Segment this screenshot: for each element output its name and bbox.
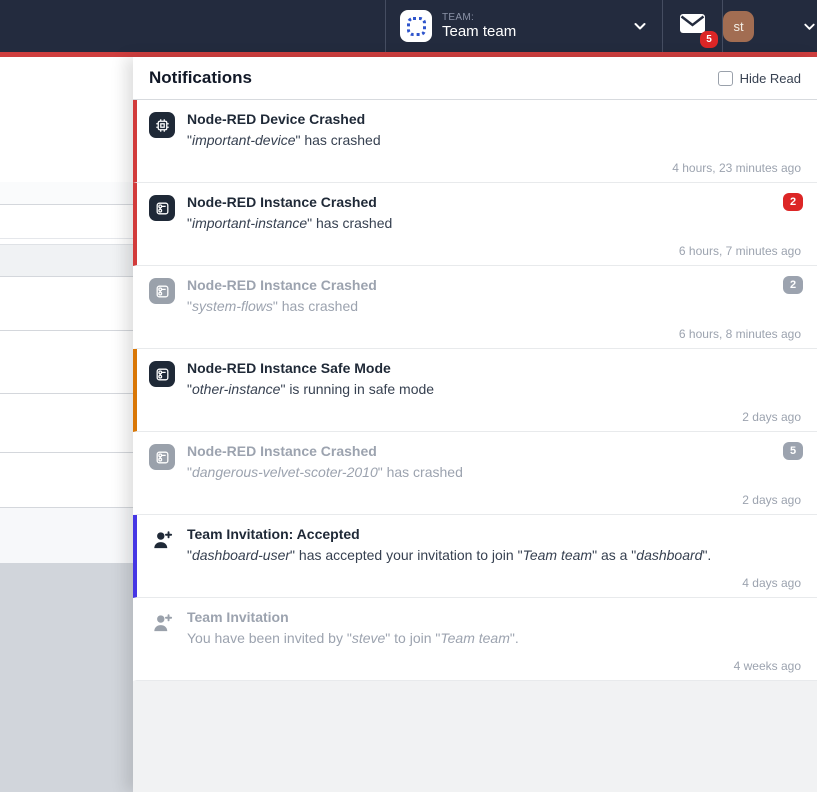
device-icon (149, 110, 177, 175)
notification-count-badge: 2 (783, 276, 803, 294)
notifications-button[interactable]: 5 (662, 0, 722, 52)
notification-message: "important-device" has crashed (187, 131, 801, 149)
team-name: Team team (442, 23, 516, 40)
notification-title: Team Invitation (187, 608, 801, 626)
notification-item[interactable]: Team Invitation You have been invited by… (133, 598, 817, 681)
notification-item[interactable]: Team Invitation: Accepted "dashboard-use… (133, 515, 817, 598)
hide-read-toggle[interactable]: Hide Read (718, 71, 801, 86)
notification-count-badge: 2 (783, 193, 803, 211)
team-label: TEAM: (442, 12, 516, 24)
avatar: st (723, 11, 754, 42)
instance-icon (149, 193, 177, 258)
notification-message: "system-flows" has crashed (187, 297, 801, 315)
notification-list: Node-RED Device Crashed "important-devic… (133, 100, 817, 681)
user-add-icon (149, 525, 177, 590)
background-page (0, 57, 133, 792)
notification-item[interactable]: Node-RED Instance Safe Mode "other-insta… (133, 349, 817, 432)
instance-icon (149, 442, 177, 507)
notification-timestamp: 4 hours, 23 minutes ago (672, 161, 801, 175)
navbar-spacer (0, 0, 385, 52)
notification-message: You have been invited by "steve" to join… (187, 629, 801, 647)
hide-read-label: Hide Read (740, 71, 801, 86)
notification-title: Node-RED Instance Crashed (187, 442, 801, 460)
user-add-icon (149, 608, 177, 673)
notification-item[interactable]: Node-RED Instance Crashed "important-ins… (133, 183, 817, 266)
notification-timestamp: 2 days ago (742, 493, 801, 507)
notification-message: "important-instance" has crashed (187, 214, 801, 232)
notification-timestamp: 6 hours, 7 minutes ago (679, 244, 801, 258)
notifications-header: Notifications Hide Read (133, 57, 817, 100)
unread-count-badge: 5 (700, 31, 718, 48)
panel-title: Notifications (149, 68, 252, 88)
notification-timestamp: 6 hours, 8 minutes ago (679, 327, 801, 341)
notification-title: Node-RED Device Crashed (187, 110, 801, 128)
notification-title: Team Invitation: Accepted (187, 525, 801, 543)
notification-count-badge: 5 (783, 442, 803, 460)
notification-title: Node-RED Instance Crashed (187, 193, 801, 211)
panel-footer (133, 681, 817, 792)
user-menu[interactable]: st (722, 0, 817, 52)
hide-read-checkbox[interactable] (718, 71, 733, 86)
notification-timestamp: 4 days ago (742, 576, 801, 590)
notification-timestamp: 2 days ago (742, 410, 801, 424)
notification-timestamp: 4 weeks ago (734, 659, 801, 673)
chevron-down-icon (632, 18, 648, 34)
chevron-down-icon (802, 19, 817, 34)
notification-item[interactable]: Node-RED Instance Crashed "system-flows"… (133, 266, 817, 349)
team-icon (400, 10, 432, 42)
notification-item[interactable]: Node-RED Instance Crashed "dangerous-vel… (133, 432, 817, 515)
notification-item[interactable]: Node-RED Device Crashed "important-devic… (133, 100, 817, 183)
top-navbar: TEAM: Team team 5 st (0, 0, 817, 52)
notifications-panel: Notifications Hide Read Node-RED Device … (133, 57, 817, 792)
notification-title: Node-RED Instance Safe Mode (187, 359, 801, 377)
notification-message: "dashboard-user" has accepted your invit… (187, 546, 801, 564)
notification-message: "other-instance" is running in safe mode (187, 380, 801, 398)
notification-title: Node-RED Instance Crashed (187, 276, 801, 294)
notification-message: "dangerous-velvet-scoter-2010" has crash… (187, 463, 801, 481)
instance-icon (149, 359, 177, 424)
team-switcher[interactable]: TEAM: Team team (385, 0, 662, 52)
instance-icon (149, 276, 177, 341)
